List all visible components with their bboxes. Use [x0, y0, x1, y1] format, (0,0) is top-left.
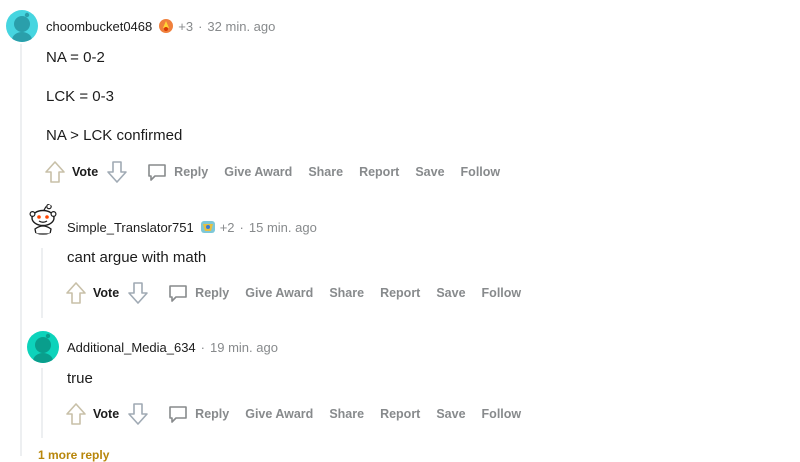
username[interactable]: Additional_Media_634 [67, 340, 196, 355]
downvote-icon[interactable] [127, 281, 149, 305]
avatar[interactable] [27, 331, 59, 363]
timestamp[interactable]: 32 min. ago [207, 19, 275, 34]
save-button[interactable]: Save [436, 407, 465, 421]
thread-line[interactable] [20, 44, 22, 456]
report-button[interactable]: Report [380, 286, 420, 300]
comment-line: NA > LCK confirmed [46, 127, 183, 144]
reply-icon [169, 406, 187, 423]
avatar[interactable] [6, 10, 38, 42]
comment-actions: Vote Reply Give Award Share Report Save … [44, 160, 516, 184]
comment-body: true [67, 370, 93, 387]
flair-icon [200, 219, 216, 235]
award-count: +2 [219, 219, 235, 235]
reply-label: Reply [195, 407, 230, 421]
reply-button[interactable]: Reply [146, 161, 208, 183]
snoo-avatar-icon [12, 12, 32, 42]
vote-label: Vote [93, 407, 120, 421]
comment-line: LCK = 0-3 [46, 88, 114, 105]
share-button[interactable]: Share [308, 165, 343, 179]
comment-line: true [67, 370, 93, 387]
upvote-icon[interactable] [65, 281, 87, 305]
upvote-icon[interactable] [65, 402, 87, 426]
share-button[interactable]: Share [329, 286, 364, 300]
save-button[interactable]: Save [436, 286, 465, 300]
snoo-avatar-icon [33, 333, 53, 363]
comment-body: cant argue with math [67, 249, 206, 266]
follow-button[interactable]: Follow [482, 407, 522, 421]
comment-body: NA = 0-2 [46, 49, 105, 66]
report-button[interactable]: Report [359, 165, 399, 179]
timestamp[interactable]: 19 min. ago [210, 340, 278, 355]
more-replies-link[interactable]: 1 more reply [38, 448, 109, 462]
share-button[interactable]: Share [329, 407, 364, 421]
reply-label: Reply [195, 286, 230, 300]
comment-meta: Additional_Media_634 · 19 min. ago [67, 340, 278, 355]
avatar[interactable] [27, 203, 59, 235]
timestamp[interactable]: 15 min. ago [249, 220, 317, 235]
downvote-icon[interactable] [106, 160, 128, 184]
comment-meta: choombucket0468 +3 · 32 min. ago [46, 18, 275, 34]
give-award-button[interactable]: Give Award [245, 286, 313, 300]
give-award-button[interactable]: Give Award [245, 407, 313, 421]
username[interactable]: Simple_Translator751 [67, 220, 194, 235]
comment-body: NA > LCK confirmed [46, 127, 182, 144]
comment-meta: Simple_Translator751 +2 · 15 min. ago [67, 219, 317, 235]
report-button[interactable]: Report [380, 407, 420, 421]
snoo-avatar-icon [29, 203, 57, 235]
follow-button[interactable]: Follow [482, 286, 522, 300]
award-count: +3 [178, 18, 194, 34]
comment-line: cant argue with math [67, 249, 207, 266]
downvote-icon[interactable] [127, 402, 149, 426]
follow-button[interactable]: Follow [461, 165, 501, 179]
reply-button[interactable]: Reply [167, 403, 229, 425]
save-button[interactable]: Save [415, 165, 444, 179]
reply-button[interactable]: Reply [167, 282, 229, 304]
comment-actions: Vote Reply Give Award Share Report Save … [65, 281, 537, 305]
separator: · [200, 340, 205, 355]
comment-actions: Vote Reply Give Award Share Report Save … [65, 402, 537, 426]
reply-icon [169, 285, 187, 302]
separator: · [198, 18, 203, 34]
separator: · [239, 219, 244, 235]
upvote-icon[interactable] [44, 160, 66, 184]
comment-line: NA = 0-2 [46, 49, 105, 66]
comment-body: LCK = 0-3 [46, 88, 114, 105]
give-award-button[interactable]: Give Award [224, 165, 292, 179]
reply-label: Reply [174, 165, 209, 179]
flair-icon [158, 18, 174, 34]
vote-label: Vote [93, 286, 120, 300]
thread-line[interactable] [41, 248, 43, 318]
thread-line[interactable] [41, 368, 43, 438]
username[interactable]: choombucket0468 [46, 19, 152, 34]
vote-label: Vote [72, 165, 99, 179]
reply-icon [148, 164, 166, 181]
